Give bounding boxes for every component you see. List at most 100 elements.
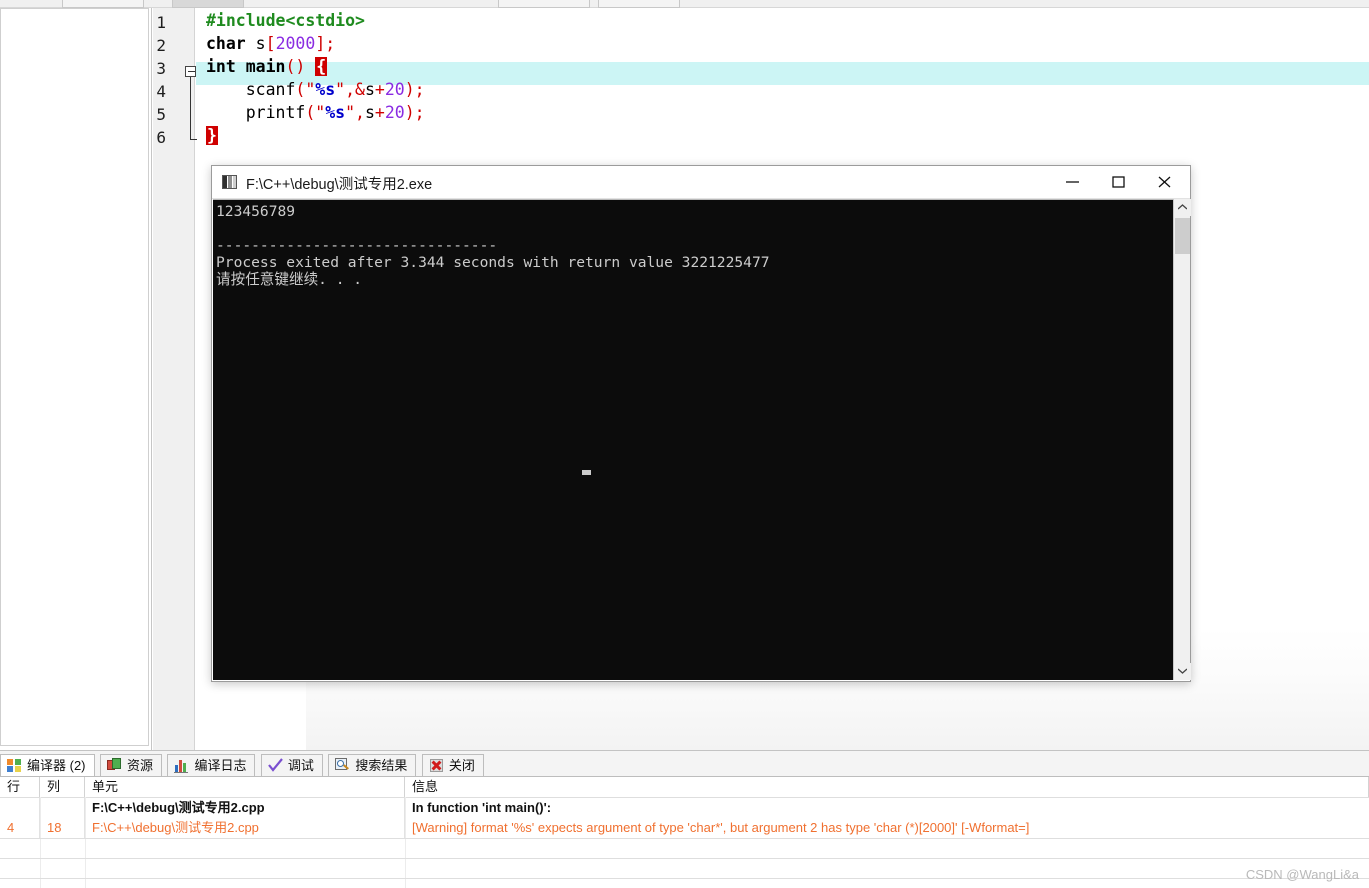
cell-message: In function 'int main()':	[412, 800, 552, 815]
line-number: 6	[156, 128, 166, 147]
code-line-5: printf("%s",s+20);	[206, 101, 425, 124]
row-separator	[0, 838, 1369, 839]
token-comma: ,	[345, 80, 356, 99]
table-row-empty[interactable]	[0, 858, 1369, 878]
fold-toggle-icon[interactable]	[185, 66, 196, 77]
line-number: 3	[156, 59, 166, 78]
cell-unit: F:\C++\debug\测试专用2.cpp	[85, 818, 405, 838]
tab-label: 编译日志	[194, 758, 247, 773]
tab-debug[interactable]: 调试	[260, 754, 323, 776]
table-row-empty[interactable]	[0, 878, 1369, 888]
table-row[interactable]: F:\C++\debug\测试专用2.cpp In function 'int …	[0, 798, 1369, 818]
token-20: 20	[384, 103, 405, 122]
tab-search-results[interactable]: 搜索结果	[328, 754, 417, 776]
token-lparen: (	[295, 80, 306, 99]
code-editor[interactable]: 1 2 3 4 5 6 #include<cstdio> char s[2000…	[153, 8, 1369, 750]
console-app-icon	[222, 175, 237, 189]
token-var-s: s	[364, 103, 375, 122]
cell-col: 18	[40, 818, 85, 838]
token-close: );	[404, 103, 425, 122]
token-close: );	[404, 80, 425, 99]
token-semicolon: ;	[325, 34, 336, 53]
magnifier-icon	[335, 758, 351, 773]
watermark: CSDN @WangLi&a	[1245, 867, 1359, 882]
token-printf: printf	[245, 103, 306, 122]
token-lbracket: [	[265, 34, 276, 53]
token-comma: ,	[355, 103, 365, 122]
top-tab-stub-3[interactable]	[498, 0, 590, 8]
line-number: 5	[156, 105, 166, 124]
code-line-3: int main() {	[206, 55, 328, 78]
tab-close[interactable]: 关闭	[421, 754, 484, 776]
row-separator	[0, 878, 1369, 879]
column-header-message: 信息	[405, 777, 1369, 797]
token-lparen: (	[305, 103, 316, 122]
top-toolbar-strip	[0, 0, 1369, 8]
console-title-bar[interactable]: F:\C++\debug\测试专用2.exe	[212, 166, 1190, 199]
fold-guide-line	[190, 77, 191, 140]
tab-label: 资源	[126, 758, 153, 773]
token-s: s	[245, 34, 266, 53]
top-tab-stub-1[interactable]	[62, 0, 144, 8]
line-number: 1	[156, 13, 166, 32]
console-window[interactable]: F:\C++\debug\测试专用2.exe 123456789 -------…	[211, 165, 1191, 682]
token-format-spec: %s	[325, 103, 346, 122]
close-button[interactable]	[1144, 166, 1190, 198]
project-panel[interactable]	[0, 8, 152, 750]
minimize-icon	[1066, 181, 1079, 183]
column-header-unit: 单元	[85, 777, 405, 797]
token-scanf: scanf	[245, 80, 296, 99]
token-format-spec: %s	[315, 80, 336, 99]
scrollbar-thumb[interactable]	[1175, 218, 1190, 254]
cell-col	[40, 798, 85, 818]
token-20: 20	[384, 80, 405, 99]
code-line-2: char s[2000];	[206, 32, 335, 55]
column-header-line: 行	[0, 777, 40, 797]
token-include: #include<cstdio>	[206, 11, 365, 30]
compiler-results-table[interactable]: 行 列 单元 信息 F:\C++\debug\测试专用2.cpp In func…	[0, 776, 1369, 888]
token-quote: "	[305, 80, 316, 99]
code-line-4: scanf("%s",&s+20);	[206, 78, 425, 101]
minimize-button[interactable]	[1052, 166, 1098, 198]
code-line-1: #include<cstdio>	[206, 9, 365, 32]
resources-icon	[106, 758, 123, 773]
project-tree[interactable]	[0, 8, 149, 746]
console-scrollbar[interactable]	[1173, 199, 1191, 680]
tab-resources[interactable]: 资源	[99, 754, 162, 776]
close-x-icon	[429, 758, 445, 773]
tab-compiler[interactable]: 编译器 (2)	[0, 754, 95, 776]
barchart-icon	[174, 758, 190, 773]
cell-line: 4	[0, 818, 40, 838]
table-row-empty[interactable]	[0, 838, 1369, 858]
chevron-down-icon	[1178, 668, 1187, 674]
maximize-button[interactable]	[1098, 166, 1144, 198]
token-quote: "	[315, 103, 326, 122]
cell-message: [Warning] format '%s' expects argument o…	[412, 820, 1030, 835]
scroll-down-arrow[interactable]	[1174, 663, 1191, 680]
token-2000: 2000	[275, 34, 316, 53]
token-rbracket: ]	[315, 34, 326, 53]
line-number: 4	[156, 82, 166, 101]
code-line-6: }	[206, 124, 218, 147]
column-header-col: 列	[40, 777, 85, 797]
console-output-area[interactable]: 123456789 ------------------------------…	[213, 199, 1189, 680]
scroll-up-arrow[interactable]	[1174, 199, 1191, 216]
chevron-up-icon	[1178, 204, 1187, 210]
tab-compile-log[interactable]: 编译日志	[167, 754, 256, 776]
squares-icon	[7, 758, 23, 773]
token-plus: +	[374, 103, 385, 122]
tab-label: 关闭	[448, 758, 475, 773]
tab-label: 编译器 (2)	[27, 758, 86, 773]
top-tab-stub-4[interactable]	[598, 0, 680, 8]
table-header-row: 行 列 单元 信息	[0, 777, 1369, 797]
token-ampersand: &	[355, 80, 365, 99]
token-quote: "	[345, 103, 356, 122]
app-root: 1 2 3 4 5 6 #include<cstdio> char s[2000…	[0, 0, 1369, 888]
maximize-icon	[1112, 176, 1125, 188]
check-icon	[268, 758, 284, 773]
bottom-panel: 编译器 (2) 资源 编译日志 调试 搜索结果 关闭 行 列 单元 信息 F:\…	[0, 750, 1369, 888]
table-row[interactable]: 4 18 F:\C++\debug\测试专用2.cpp [Warning] fo…	[0, 818, 1369, 838]
grid-line	[40, 797, 41, 888]
grid-line	[85, 797, 86, 888]
top-tab-stub-2[interactable]	[172, 0, 244, 8]
